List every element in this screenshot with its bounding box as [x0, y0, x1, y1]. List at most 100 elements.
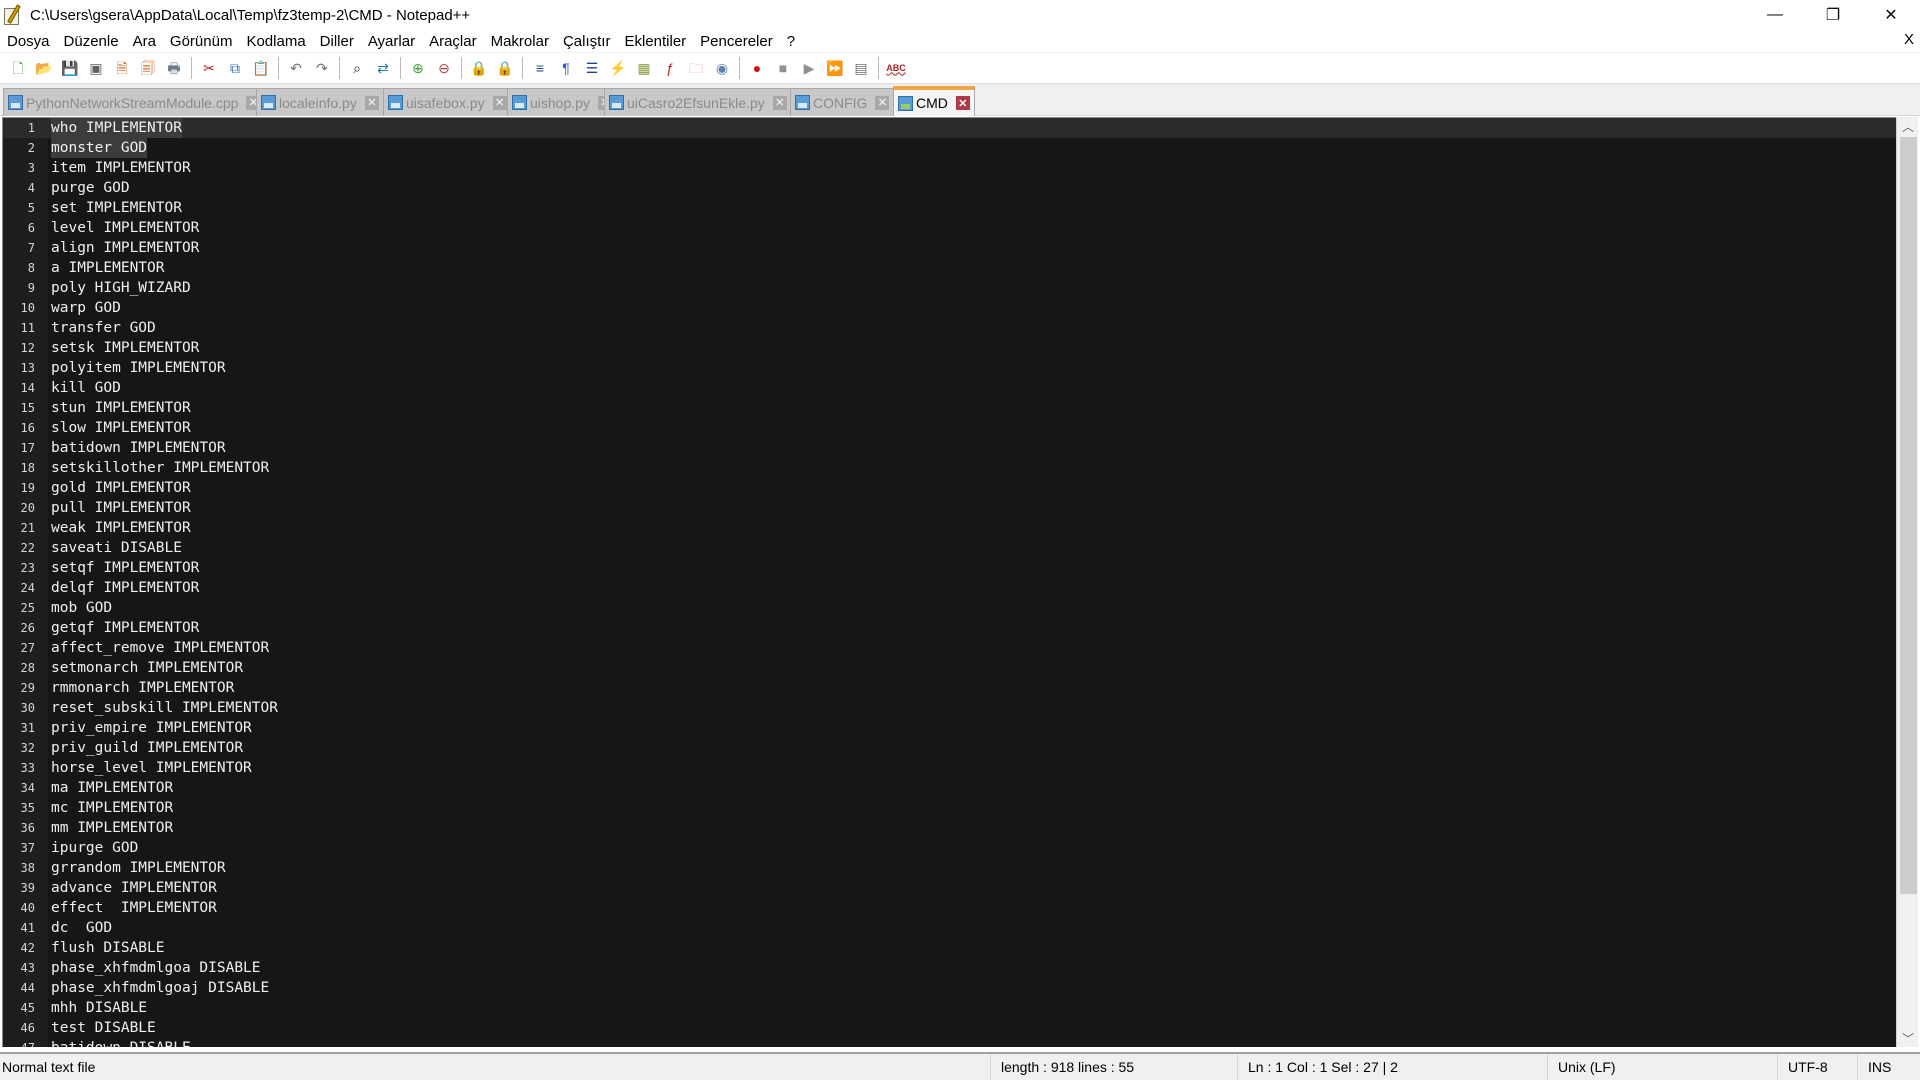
editor-line[interactable]: 13 polyitem IMPLEMENTOR [3, 358, 1898, 378]
doc-map-button[interactable]: ▦ [633, 57, 655, 79]
zoom-in-button[interactable]: ⊕ [407, 57, 429, 79]
menu-item[interactable]: Düzenle [57, 33, 126, 50]
scrollbar-thumb[interactable] [1900, 137, 1917, 894]
editor-line[interactable]: 3 item IMPLEMENTOR [3, 158, 1898, 178]
copy-button[interactable]: ⧉ [224, 57, 246, 79]
macro-save-button[interactable]: ▤ [850, 57, 872, 79]
editor-line[interactable]: 39 advance IMPLEMENTOR [3, 878, 1898, 898]
editor-line[interactable]: 19 gold IMPLEMENTOR [3, 478, 1898, 498]
menu-item[interactable]: Ayarlar [361, 33, 422, 50]
macro-play-button[interactable]: ▶ [798, 57, 820, 79]
editor-line[interactable]: 4 purge GOD [3, 178, 1898, 198]
word-wrap-button[interactable]: ≡ [529, 57, 551, 79]
tab-close-icon[interactable]: ✕ [492, 95, 507, 110]
macro-stop-button[interactable]: ■ [772, 57, 794, 79]
editor-line[interactable]: 26 getqf IMPLEMENTOR [3, 618, 1898, 638]
editor-line[interactable]: 36 mm IMPLEMENTOR [3, 818, 1898, 838]
tab-close-icon[interactable]: ✕ [875, 95, 890, 110]
find-button[interactable]: ⌕ [346, 57, 368, 79]
editor-line[interactable]: 5 set IMPLEMENTOR [3, 198, 1898, 218]
editor-line[interactable]: 12 setsk IMPLEMENTOR [3, 338, 1898, 358]
zoom-out-button[interactable]: ⊖ [433, 57, 455, 79]
print-button[interactable]: 🖶 [163, 57, 185, 79]
editor-line[interactable]: 16 slow IMPLEMENTOR [3, 418, 1898, 438]
editor-line[interactable]: 43 phase_xhfmdmlgoa DISABLE [3, 958, 1898, 978]
scroll-down-button[interactable]: ﹀ [1897, 1029, 1919, 1047]
macro-run-multiple-button[interactable]: ⏩ [824, 57, 846, 79]
editor-line[interactable]: 23 setqf IMPLEMENTOR [3, 558, 1898, 578]
editor-line[interactable]: 29 rmmonarch IMPLEMENTOR [3, 678, 1898, 698]
tab-close-icon[interactable]: ✕ [364, 95, 379, 110]
editor-line[interactable]: 40 effect IMPLEMENTOR [3, 898, 1898, 918]
new-file-button[interactable]: 🗋 [7, 57, 29, 79]
save-all-button[interactable]: ▣ [85, 57, 107, 79]
editor-line[interactable]: 2 monster GOD [3, 138, 1898, 158]
close-document-button[interactable]: X [1904, 31, 1914, 48]
menu-item[interactable]: Çalıştır [556, 33, 618, 50]
editor-line[interactable]: 46 test DISABLE [3, 1018, 1898, 1038]
sync-vertical-button[interactable]: 🔒 [468, 57, 490, 79]
vertical-scrollbar[interactable]: ︿ ﹀ [1896, 117, 1918, 1047]
tab-pythonnetworkstreammodule-cpp[interactable]: PythonNetworkStreamModule.cpp ✕ [3, 88, 266, 116]
tab-uisafebox-py[interactable]: uisafebox.py ✕ [383, 88, 512, 116]
editor-line[interactable]: 24 delqf IMPLEMENTOR [3, 578, 1898, 598]
editor-line[interactable]: 10 warp GOD [3, 298, 1898, 318]
sync-horizontal-button[interactable]: 🔒 [494, 57, 516, 79]
maximize-button[interactable]: ❐ [1804, 0, 1862, 30]
editor-line[interactable]: 41 dc GOD [3, 918, 1898, 938]
tab-cmd[interactable]: CMD ✕ [893, 86, 975, 116]
udl-button[interactable]: ⚡ [607, 57, 629, 79]
redo-button[interactable]: ↷ [311, 57, 333, 79]
tab-close-icon[interactable]: ✕ [772, 95, 787, 110]
minimize-button[interactable]: — [1746, 0, 1804, 30]
replace-button[interactable]: ⇄ [372, 57, 394, 79]
close-window-button[interactable]: ✕ [1862, 0, 1920, 30]
editor-line[interactable]: 35 mc IMPLEMENTOR [3, 798, 1898, 818]
tab-uicasro2efsunekle-py[interactable]: uiCasro2EfsunEkle.py ✕ [604, 88, 792, 116]
editor-line[interactable]: 14 kill GOD [3, 378, 1898, 398]
menu-item[interactable]: Diller [313, 33, 361, 50]
editor-line[interactable]: 7 align IMPLEMENTOR [3, 238, 1898, 258]
editor-line[interactable]: 9 poly HIGH_WIZARD [3, 278, 1898, 298]
menu-item[interactable]: Ara [126, 33, 163, 50]
menu-item[interactable]: ? [780, 33, 802, 50]
tab-uishop-py[interactable]: uishop.py✕ [507, 88, 617, 116]
cut-button[interactable]: ✂ [198, 57, 220, 79]
editor-line[interactable]: 45 mhh DISABLE [3, 998, 1898, 1018]
menu-item[interactable]: Araçlar [422, 33, 484, 50]
editor-line[interactable]: 32 priv_guild IMPLEMENTOR [3, 738, 1898, 758]
editor-line[interactable]: 27 affect_remove IMPLEMENTOR [3, 638, 1898, 658]
editor-line[interactable]: 11 transfer GOD [3, 318, 1898, 338]
editor-line[interactable]: 34 ma IMPLEMENTOR [3, 778, 1898, 798]
editor-line[interactable]: 38 grrandom IMPLEMENTOR [3, 858, 1898, 878]
editor-line[interactable]: 22 saveati DISABLE [3, 538, 1898, 558]
editor[interactable]: 1 who IMPLEMENTOR 2 monster GOD 3 item IMPLEM… [2, 117, 1898, 1047]
monitoring-button[interactable]: ◉ [711, 57, 733, 79]
editor-line[interactable]: 37 ipurge GOD [3, 838, 1898, 858]
editor-line[interactable]: 20 pull IMPLEMENTOR [3, 498, 1898, 518]
macro-record-button[interactable]: ● [746, 57, 768, 79]
tab-localeinfo-py[interactable]: localeinfo.py ✕ [256, 88, 384, 116]
editor-line[interactable]: 31 priv_empire IMPLEMENTOR [3, 718, 1898, 738]
editor-line[interactable]: 47 batidown DISABLE [3, 1038, 1898, 1047]
editor-line[interactable]: 15 stun IMPLEMENTOR [3, 398, 1898, 418]
function-list-button[interactable]: ƒ [659, 57, 681, 79]
editor-line[interactable]: 42 flush DISABLE [3, 938, 1898, 958]
menu-item[interactable]: Eklentiler [617, 33, 693, 50]
close-all-button[interactable]: 🗐 [137, 57, 159, 79]
spell-check-button[interactable]: ABC [885, 57, 907, 79]
folder-workspace-button[interactable]: 🗀 [685, 57, 707, 79]
status-eol[interactable]: Unix (LF) [1547, 1054, 1777, 1080]
editor-line[interactable]: 25 mob GOD [3, 598, 1898, 618]
menu-item[interactable]: Pencereler [693, 33, 780, 50]
undo-button[interactable]: ↶ [285, 57, 307, 79]
scroll-up-button[interactable]: ︿ [1897, 117, 1919, 135]
editor-line[interactable]: 21 weak IMPLEMENTOR [3, 518, 1898, 538]
editor-line[interactable]: 30 reset_subskill IMPLEMENTOR [3, 698, 1898, 718]
editor-line[interactable]: 28 setmonarch IMPLEMENTOR [3, 658, 1898, 678]
editor-line[interactable]: 18 setskillother IMPLEMENTOR [3, 458, 1898, 478]
menu-item[interactable]: Makrolar [484, 33, 556, 50]
menu-item[interactable]: Görünüm [163, 33, 240, 50]
editor-line[interactable]: 33 horse_level IMPLEMENTOR [3, 758, 1898, 778]
paste-button[interactable]: 📋 [250, 57, 272, 79]
